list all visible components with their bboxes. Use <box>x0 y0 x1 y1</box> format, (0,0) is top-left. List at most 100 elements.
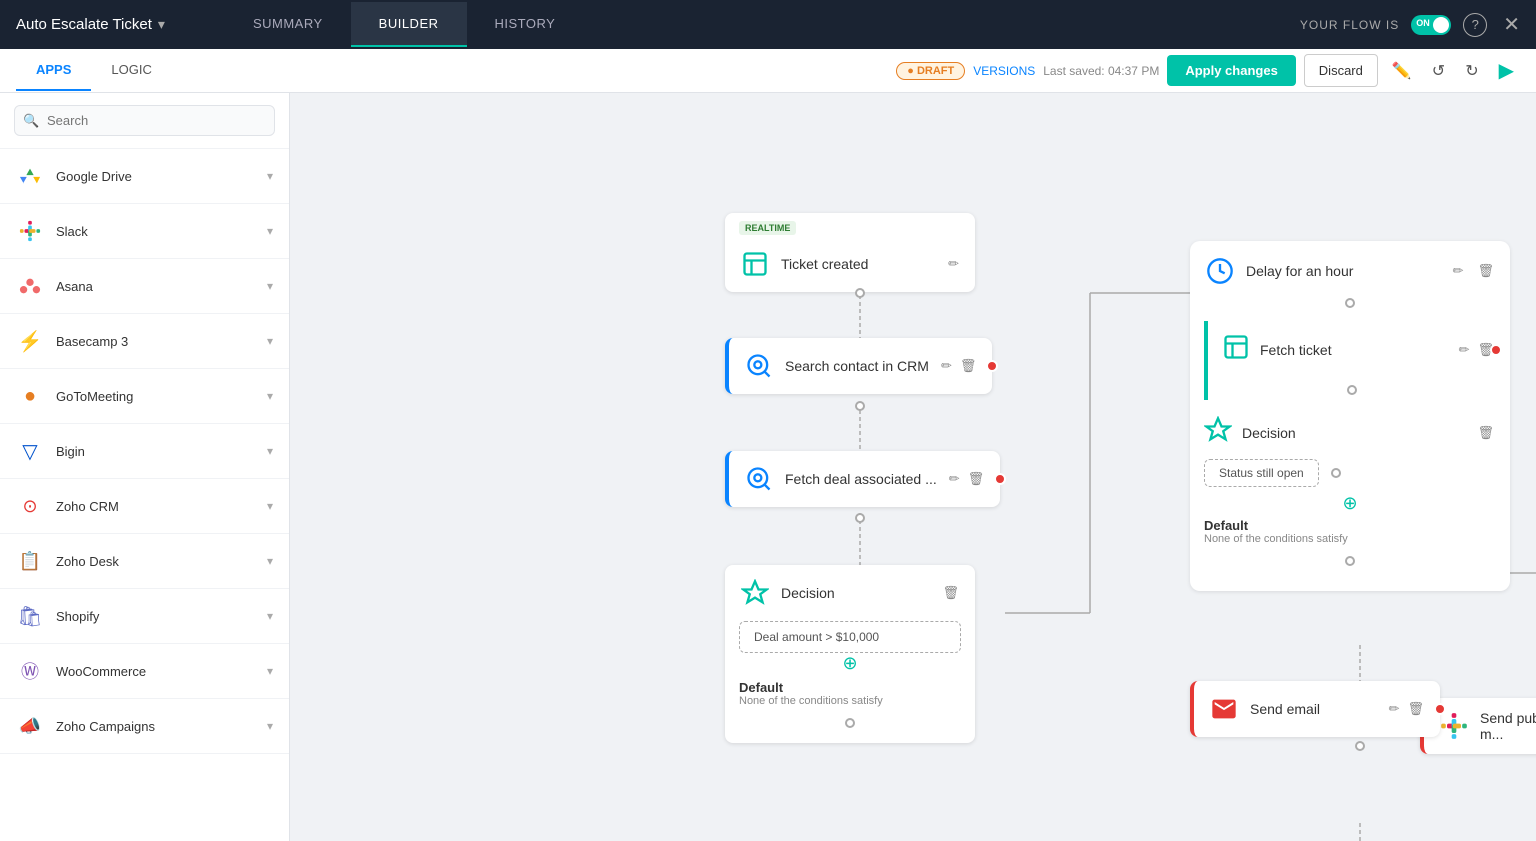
fetch-ticket-edit[interactable]: ✏ <box>1457 340 1472 360</box>
secondbar-right: ● DRAFT VERSIONS Last saved: 04:37 PM Ap… <box>896 54 1520 87</box>
sidebar-label-basecamp: Basecamp 3 <box>56 334 267 349</box>
fetch-ticket-error-dot <box>1490 344 1502 356</box>
node-search-contact[interactable]: Search contact in CRM ✏ 🗑 <box>725 338 992 394</box>
tab-apps[interactable]: APPS <box>16 50 91 91</box>
search-contact-edit[interactable]: ✏ <box>939 356 954 376</box>
search-contact-error-dot <box>986 360 998 372</box>
status-open-wrap: Status still open <box>1204 459 1496 487</box>
decision2-delete[interactable]: 🗑 <box>1475 423 1496 443</box>
woocommerce-icon: Ⓦ <box>16 657 44 685</box>
slack-icon <box>16 217 44 245</box>
fetch-deal-error-dot <box>994 473 1006 485</box>
ticket-created-edit[interactable]: ✏ <box>946 254 961 274</box>
fetch-deal-edit[interactable]: ✏ <box>947 469 962 489</box>
send-email-edit[interactable]: ✏ <box>1387 699 1402 719</box>
topbar: Auto Escalate Ticket ▾ SUMMARY BUILDER H… <box>0 0 1536 49</box>
canvas-inner: REALTIME Ticket created ✏ <box>290 93 1536 841</box>
flow-toggle[interactable]: ON <box>1411 15 1451 35</box>
sidebar-label-gotomeeting: GoToMeeting <box>56 389 267 404</box>
main-nav: SUMMARY BUILDER HISTORY <box>225 2 583 47</box>
run-button[interactable]: ▶ <box>1493 54 1520 87</box>
nav-builder[interactable]: BUILDER <box>351 2 467 47</box>
basecamp-icon: ⚡ <box>16 327 44 355</box>
node-ticket-created[interactable]: REALTIME Ticket created ✏ <box>725 213 975 292</box>
add-status-branch[interactable]: ⊕ <box>1342 493 1357 513</box>
fetch-ticket-label: Fetch ticket <box>1260 342 1332 358</box>
node-delay[interactable]: Delay for an hour ✏ 🗑 <box>1204 255 1496 287</box>
send-email-error-dot <box>1434 703 1446 715</box>
status-open-box[interactable]: Status still open <box>1204 459 1319 487</box>
google-drive-icon <box>16 162 44 190</box>
decision2-label: Decision <box>1242 425 1296 441</box>
sidebar-chevron-zoho-crm: ▾ <box>267 499 273 513</box>
node-fetch-ticket[interactable]: Fetch ticket ✏ 🗑 <box>1204 321 1510 400</box>
fetch-deal-delete[interactable]: 🗑 <box>966 469 987 489</box>
decision2-bottom-dot <box>1345 556 1355 566</box>
node-send-email[interactable]: Send email ✏ 🗑 <box>1190 681 1440 737</box>
search-contact-delete[interactable]: 🗑 <box>958 356 979 376</box>
node-decision1[interactable]: Decision 🗑 Deal amount > $10,000 ⊕ Defau… <box>725 565 975 743</box>
sidebar-item-zoho-desk[interactable]: 📋 Zoho Desk ▾ <box>0 534 289 589</box>
flow-canvas: REALTIME Ticket created ✏ <box>290 93 1536 841</box>
help-button[interactable]: ? <box>1463 13 1487 37</box>
nav-summary[interactable]: SUMMARY <box>225 2 351 47</box>
draft-badge: ● DRAFT <box>896 62 965 80</box>
fetch-deal-actions: ✏ 🗑 <box>947 469 986 489</box>
decision1-branch-box[interactable]: Deal amount > $10,000 <box>739 621 961 653</box>
edit-icon-button[interactable]: ✏️ <box>1386 57 1418 85</box>
decision1-add-branch[interactable]: ⊕ <box>739 653 961 674</box>
decision2-default-label: Default <box>1204 518 1496 533</box>
delay-delete[interactable]: 🗑 <box>1475 261 1496 281</box>
sidebar-item-bigin[interactable]: ▽ Bigin ▾ <box>0 424 289 479</box>
search-contact-icon <box>743 350 775 382</box>
delay-label: Delay for an hour <box>1246 263 1441 279</box>
sidebar-item-zoho-campaigns[interactable]: 📣 Zoho Campaigns ▾ <box>0 699 289 754</box>
zoho-desk-icon: 📋 <box>16 547 44 575</box>
sidebar-chevron-basecamp: ▾ <box>267 334 273 348</box>
node-fetch-deal[interactable]: Fetch deal associated ... ✏ 🗑 <box>725 451 1000 507</box>
sidebar-item-gotomeeting[interactable]: ● GoToMeeting ▾ <box>0 369 289 424</box>
decision1-delete[interactable]: 🗑 <box>940 583 961 603</box>
topbar-right: YOUR FLOW IS ON ? ✕ <box>1300 12 1520 37</box>
discard-button[interactable]: Discard <box>1304 54 1378 87</box>
ticket-created-label: Ticket created <box>781 256 936 272</box>
search-input[interactable] <box>14 105 275 136</box>
sidebar-label-google-drive: Google Drive <box>56 169 267 184</box>
redo-icon-button[interactable]: ↻ <box>1459 57 1484 85</box>
tab-logic[interactable]: LOGIC <box>91 50 171 91</box>
send-email-delete[interactable]: 🗑 <box>1405 699 1426 719</box>
sidebar-label-slack: Slack <box>56 224 267 239</box>
zoho-campaigns-icon: 📣 <box>16 712 44 740</box>
status-open-label: Status still open <box>1219 466 1304 480</box>
connector-below-ticket <box>855 288 865 298</box>
decision1-branches: Deal amount > $10,000 ⊕ Default None of … <box>725 621 975 743</box>
node-decision2[interactable]: Decision 🗑 <box>1204 416 1496 449</box>
decision1-branch-label: Deal amount > $10,000 <box>754 630 879 644</box>
sidebar-item-google-drive[interactable]: Google Drive ▾ <box>0 149 289 204</box>
status-open-right-dot <box>1331 468 1341 478</box>
ticket-created-actions: ✏ <box>946 254 961 274</box>
undo-icon-button[interactable]: ↺ <box>1426 57 1451 85</box>
sidebar-item-shopify[interactable]: 🛍 Shopify ▾ <box>0 589 289 644</box>
delay-icon <box>1204 255 1236 287</box>
sidebar-chevron-asana: ▾ <box>267 279 273 293</box>
delay-edit[interactable]: ✏ <box>1451 261 1466 281</box>
sidebar-item-woocommerce[interactable]: Ⓦ WooCommerce ▾ <box>0 644 289 699</box>
node-delay-wrap: Delay for an hour ✏ 🗑 <box>1190 241 1510 313</box>
secondbar: APPS LOGIC ● DRAFT VERSIONS Last saved: … <box>0 49 1536 93</box>
versions-link[interactable]: VERSIONS <box>973 64 1035 78</box>
sidebar-label-woocommerce: WooCommerce <box>56 664 267 679</box>
sidebar-item-slack[interactable]: Slack ▾ <box>0 204 289 259</box>
nav-history[interactable]: HISTORY <box>467 2 584 47</box>
sidebar-chevron-google-drive: ▾ <box>267 169 273 183</box>
sidebar-label-bigin: Bigin <box>56 444 267 459</box>
sidebar-item-asana[interactable]: Asana ▾ <box>0 259 289 314</box>
apply-changes-button[interactable]: Apply changes <box>1167 55 1295 86</box>
sidebar-item-basecamp[interactable]: ⚡ Basecamp 3 ▾ <box>0 314 289 369</box>
close-button[interactable]: ✕ <box>1503 12 1520 37</box>
delay-bottom-dot <box>1345 298 1355 308</box>
sidebar-chevron-zoho-campaigns: ▾ <box>267 719 273 733</box>
sidebar-tabs: APPS LOGIC <box>16 50 172 91</box>
title-chevron[interactable]: ▾ <box>158 16 165 33</box>
sidebar-item-zoho-crm[interactable]: ⊙ Zoho CRM ▾ <box>0 479 289 534</box>
